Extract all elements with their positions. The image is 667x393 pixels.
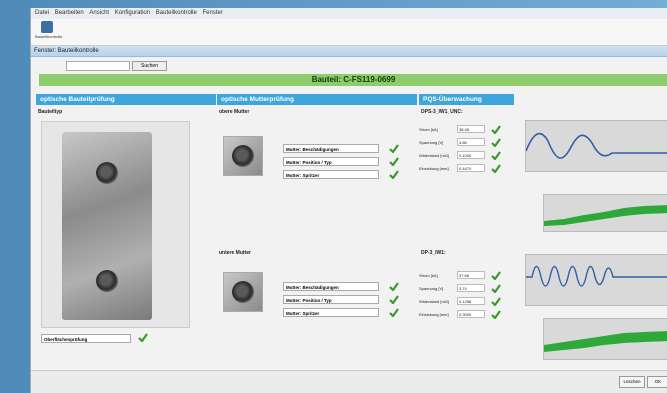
check-icon (389, 157, 399, 166)
metric-value: 3.74 (457, 284, 485, 292)
sensor2-label: DP-3_IW1: (421, 250, 446, 256)
nut-hole (232, 145, 254, 167)
voltage-trace-chart-2 (525, 254, 667, 306)
menu-item-fenster[interactable]: Fenster (202, 10, 222, 16)
inspection-icon (41, 21, 53, 33)
metric-name: Widerstand [mΩ] (419, 153, 449, 158)
bauteilkontrolle-button[interactable]: Bauteilkontrolle (35, 21, 63, 43)
obere-mutter-label: obere Mutter (219, 109, 250, 115)
lower-check-position: Mutter: Position / Typ (283, 295, 379, 304)
hole-top (96, 162, 118, 184)
lower-nut-image (223, 272, 263, 312)
sensor1-label: DPS-3_IW1_UNC: (421, 109, 463, 115)
metric-value: 0.4470 (457, 164, 485, 172)
ok-button[interactable]: OK (647, 376, 667, 388)
metric-name: Einsinkung [mm] (419, 312, 449, 317)
toolbar-button-label: Bauteilkontrolle (35, 34, 63, 39)
upper-check-spritzer: Mutter: Spritzer (283, 170, 379, 179)
panel-title: optische Bauteilprüfung (36, 94, 216, 105)
lower-check-beschaedigungen: Mutter: Beschädigungen (283, 282, 379, 291)
metric-name: Widerstand [mΩ] (419, 299, 449, 304)
window-title: Fenster: Bauteilkontrolle (31, 46, 667, 57)
metric-name: Einsinkung [mm] (419, 166, 449, 171)
upper-check-beschaedigungen: Mutter: Beschädigungen (283, 144, 379, 153)
check-icon (389, 282, 399, 291)
metric-value: 0.1258 (457, 297, 485, 305)
toolbar: Bauteilkontrolle (31, 19, 667, 46)
delete-button[interactable]: Löschen (619, 376, 645, 388)
metric-value: 38.48 (457, 125, 485, 133)
panel-mutterpruefung: optische Mutterprüfung obere Mutter Mutt… (217, 94, 417, 360)
check-icon (491, 164, 501, 173)
footer-bar: Löschen OK (31, 370, 667, 393)
search-row: Suchen (31, 60, 667, 72)
check-icon (491, 125, 501, 134)
bauteiltyp-label: Bauteiltyp (38, 109, 63, 115)
check-icon (389, 170, 399, 179)
metric-name: Strom [kA] (419, 127, 438, 132)
panel-bauteilpruefung: optische Bauteilprüfung Bauteiltyp Oberf… (36, 94, 216, 360)
check-icon (389, 308, 399, 317)
metric-name: Spannung [V] (419, 140, 444, 145)
panel-title: PQS-Überwachung (419, 94, 514, 105)
lower-check-spritzer: Mutter: Spritzer (283, 308, 379, 317)
panel-title: optische Mutterprüfung (217, 94, 417, 105)
check-icon (491, 284, 501, 293)
menu-item-datei[interactable]: Datei (35, 10, 49, 16)
metric-name: Spannung [V] (419, 286, 444, 291)
metric-value: 0.1000 (457, 151, 485, 159)
nut-hole (232, 281, 254, 303)
check-icon (491, 271, 501, 280)
displacement-band-chart-1 (543, 194, 667, 232)
menu-item-bauteilkontrolle[interactable]: Bauteilkontrolle (156, 10, 197, 16)
hole-bottom (96, 270, 118, 292)
bauteil-banner: Bauteil: C-FS119-0699 (39, 74, 667, 86)
voltage-trace-chart-1 (525, 120, 667, 172)
search-button[interactable]: Suchen (132, 61, 167, 71)
check-icon (491, 138, 501, 147)
check-icon (389, 295, 399, 304)
menu-item-bearbeiten[interactable]: Bearbeiten (55, 10, 84, 16)
menu-item-ansicht[interactable]: Ansicht (89, 10, 109, 16)
metric-name: Strom [kA] (419, 273, 438, 278)
part-photo (41, 121, 190, 328)
displacement-band-chart-2 (543, 318, 667, 360)
metric-value: 3.85 (457, 138, 485, 146)
application-window: Datei Bearbeiten Ansicht Konfiguration B… (30, 8, 667, 393)
untere-mutter-label: untere Mutter (219, 250, 251, 256)
check-icon (491, 310, 501, 319)
metal-plate-image (62, 132, 152, 320)
upper-nut-image (223, 136, 263, 176)
check-icon (138, 333, 148, 342)
check-icon (389, 144, 399, 153)
upper-check-position: Mutter: Position / Typ (283, 157, 379, 166)
check-icon (491, 297, 501, 306)
search-input[interactable] (66, 61, 130, 71)
metric-value: 37.68 (457, 271, 485, 279)
menu-item-konfiguration[interactable]: Konfiguration (115, 10, 150, 16)
check-icon (491, 151, 501, 160)
metric-value: 0.3000 (457, 310, 485, 318)
oberflaechenpruefung-field: Oberflächenprüfung (41, 334, 131, 343)
panel-pqs-ueberwachung: PQS-Überwachung DPS-3_IW1_UNC: Strom [kA… (419, 94, 667, 360)
